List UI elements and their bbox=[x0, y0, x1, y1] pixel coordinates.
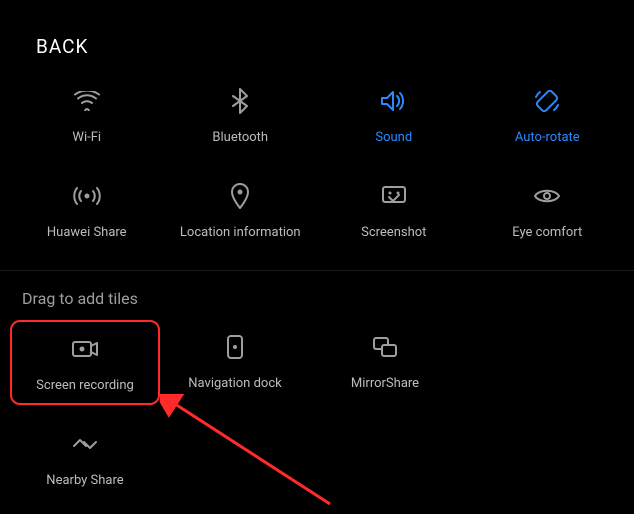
tile-eye-comfort[interactable]: Eye comfort bbox=[472, 173, 622, 248]
back-button[interactable]: BACK bbox=[36, 35, 88, 58]
drag-tiles-row-2: Nearby Share bbox=[0, 405, 634, 498]
tile-label: Sound bbox=[375, 130, 412, 145]
nearby-icon bbox=[72, 429, 98, 459]
wifi-icon bbox=[74, 86, 100, 116]
drag-section-title: Drag to add tiles bbox=[0, 271, 634, 308]
tile-label: Location information bbox=[180, 225, 301, 240]
active-tiles-row-2: Huawei Share Location information Screen… bbox=[0, 153, 634, 248]
location-icon bbox=[230, 181, 250, 211]
sound-icon bbox=[380, 86, 408, 116]
tile-label: Nearby Share bbox=[46, 473, 123, 488]
tile-wifi[interactable]: Wi-Fi bbox=[12, 78, 162, 153]
tile-nearby-share[interactable]: Nearby Share bbox=[10, 417, 160, 498]
tile-navigation-dock[interactable]: Navigation dock bbox=[160, 320, 310, 405]
autorotate-icon bbox=[533, 86, 561, 116]
tile-sound[interactable]: Sound bbox=[319, 78, 469, 153]
bluetooth-icon bbox=[232, 86, 248, 116]
tile-bluetooth[interactable]: Bluetooth bbox=[165, 78, 315, 153]
tile-autorotate[interactable]: Auto-rotate bbox=[472, 78, 622, 153]
tile-label: Huawei Share bbox=[47, 225, 127, 240]
drag-tiles-row-1: Screen recording Navigation dock MirrorS… bbox=[0, 308, 634, 405]
tile-label: MirrorShare bbox=[351, 376, 419, 391]
tile-label: Wi-Fi bbox=[72, 130, 101, 145]
tile-screenshot[interactable]: Screenshot bbox=[319, 173, 469, 248]
tile-screen-recording[interactable]: Screen recording bbox=[10, 320, 160, 405]
eye-icon bbox=[533, 181, 561, 211]
screenrec-icon bbox=[71, 334, 99, 364]
tile-mirrorshare[interactable]: MirrorShare bbox=[310, 320, 460, 405]
tile-location[interactable]: Location information bbox=[165, 173, 315, 248]
tile-label: Eye comfort bbox=[512, 225, 582, 240]
huaweishare-icon bbox=[72, 181, 102, 211]
screenshot-icon bbox=[381, 181, 407, 211]
tile-label: Navigation dock bbox=[188, 376, 281, 391]
tile-label: Bluetooth bbox=[212, 130, 268, 145]
active-tiles-row-1: Wi-Fi Bluetooth Sound Auto-rotate bbox=[0, 58, 634, 153]
quick-settings-editor: BACK Wi-Fi Bluetooth Sound Auto-rotate bbox=[0, 0, 634, 498]
tile-label: Screenshot bbox=[361, 225, 426, 240]
tile-label: Auto-rotate bbox=[515, 130, 580, 145]
header: BACK bbox=[0, 0, 634, 58]
navdock-icon bbox=[226, 332, 244, 362]
tile-huawei-share[interactable]: Huawei Share bbox=[12, 173, 162, 248]
mirrorshare-icon bbox=[372, 332, 398, 362]
tile-label: Screen recording bbox=[36, 378, 134, 393]
